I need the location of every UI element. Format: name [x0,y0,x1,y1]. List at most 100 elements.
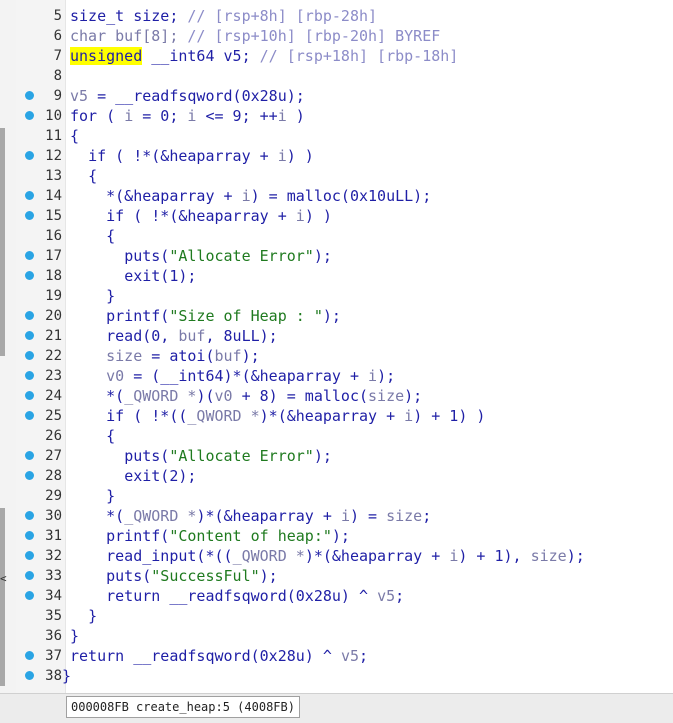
code-token[interactable]: for ( [70,107,124,125]
code-token[interactable]: // [rsp+18h] [rbp-18h] [260,47,459,65]
code-token[interactable]: puts( [124,447,169,465]
code-token[interactable]: // [rsp+8h] [rbp-28h] [187,7,377,25]
code-token[interactable]: size [531,547,567,565]
breakpoint-dot-icon[interactable] [25,111,34,120]
breakpoint-dot-icon[interactable] [25,271,34,280]
breakpoint-dot-icon[interactable] [25,451,34,460]
code-token[interactable]: i [278,107,287,125]
code-token[interactable]: ) ) [305,207,332,225]
code-token[interactable]: )*(&heaparray + [260,407,405,425]
code-token[interactable]: if ( !*(( [106,407,187,425]
code-token[interactable]: i [449,547,458,565]
breakpoint-dot-icon[interactable] [25,551,34,560]
code-line[interactable]: 9 v5 = __readfsqword(0x28u); [0,86,673,106]
code-token[interactable]: i [368,367,377,385]
code-token[interactable]: buf [215,347,242,365]
code-line[interactable]: 7 unsigned __int64 v5; // [rsp+18h] [rbp-… [0,46,673,66]
code-token[interactable]: printf( [106,307,169,325]
code-token[interactable]: buf [178,327,205,345]
breakpoint-dot-icon[interactable] [25,91,34,100]
code-token[interactable]: v5 [377,587,395,605]
code-line[interactable]: 14 *(&heaparray + i) = malloc(0x10uLL); [0,186,673,206]
code-line[interactable]: 34 return __readfsqword(0x28u) ^ v5; [0,586,673,606]
code-line[interactable]: 15 if ( !*(&heaparray + i) ) [0,206,673,226]
breakpoint-dot-icon[interactable] [25,511,34,520]
code-token[interactable]: } [62,667,71,685]
code-token[interactable]: i [404,407,413,425]
code-token[interactable]: i [341,507,350,525]
code-token[interactable]: i [278,147,287,165]
code-line[interactable]: 30 *(_QWORD *)*(&heaparray + i) = size; [0,506,673,526]
code-line[interactable]: 11 { [0,126,673,146]
code-token[interactable]: if ( !*(&heaparray + [106,207,296,225]
code-token[interactable]: read_input(*(( [106,547,232,565]
breakpoint-dot-icon[interactable] [25,351,34,360]
code-token[interactable]: printf( [106,527,169,545]
code-token[interactable]: ) = [350,507,386,525]
breakpoint-dot-icon[interactable] [25,591,34,600]
code-token[interactable]: ); [314,247,332,265]
code-token[interactable]: _QWORD * [124,507,196,525]
code-token[interactable]: size_t size; [70,7,187,25]
code-token[interactable]: exit(1); [124,267,196,285]
code-line[interactable]: 28 exit(2); [0,466,673,486]
code-line[interactable]: 21 read(0, buf, 8uLL); [0,326,673,346]
breakpoint-dot-icon[interactable] [25,391,34,400]
breakpoint-dot-icon[interactable] [25,371,34,380]
code-token[interactable]: return __readfsqword(0x28u) ^ [70,647,341,665]
code-token[interactable]: unsigned [70,47,143,65]
code-line[interactable]: 8 [0,66,673,86]
code-token[interactable]: } [106,287,115,305]
breakpoint-dot-icon[interactable] [25,211,34,220]
code-token[interactable]: ); [260,567,278,585]
code-line[interactable]: 31 printf("Content of heap:"); [0,526,673,546]
code-token[interactable]: // [rsp+10h] [rbp-20h] BYREF [187,27,440,45]
code-token[interactable]: } [88,607,97,625]
code-token[interactable]: i [242,187,251,205]
code-token[interactable]: v5 [341,647,359,665]
code-token[interactable]: ); [314,447,332,465]
breakpoint-dot-icon[interactable] [25,331,34,340]
code-line[interactable]: 5 size_t size; // [rsp+8h] [rbp-28h] [0,6,673,26]
code-line[interactable]: 33 puts("SuccessFul"); [0,566,673,586]
code-line[interactable]: 25 if ( !*((_QWORD *)*(&heaparray + i) +… [0,406,673,426]
code-token[interactable]: , 8uLL); [205,327,277,345]
code-token[interactable]: v0 [215,387,233,405]
code-line[interactable]: 29 } [0,486,673,506]
breakpoint-dot-icon[interactable] [25,651,34,660]
code-token[interactable]: = (__int64)*(&heaparray + [124,367,368,385]
code-token[interactable]: ) = malloc(0x10uLL); [251,187,432,205]
code-token[interactable]: "Allocate Error" [169,447,314,465]
code-token[interactable]: return __readfsqword(0x28u) ^ [106,587,377,605]
code-token[interactable]: ; [395,587,404,605]
code-line[interactable]: 23 v0 = (__int64)*(&heaparray + i); [0,366,673,386]
breakpoint-dot-icon[interactable] [25,571,34,580]
code-line[interactable]: 20 printf("Size of Heap : "); [0,306,673,326]
code-token[interactable]: ) + 1) ) [413,407,485,425]
code-token[interactable]: { [106,227,115,245]
breakpoint-dot-icon[interactable] [25,251,34,260]
breakpoint-dot-icon[interactable] [25,531,34,540]
code-token[interactable]: ); [404,387,422,405]
code-token[interactable]: ; [359,647,368,665]
code-line[interactable]: 12 if ( !*(&heaparray + i) ) [0,146,673,166]
code-line[interactable]: 17 puts("Allocate Error"); [0,246,673,266]
code-token[interactable]: size [368,387,404,405]
code-token[interactable]: char buf[8]; [70,27,187,45]
code-token[interactable]: i [296,207,305,225]
code-token[interactable]: __int64 v5; [142,47,259,65]
code-token[interactable]: )*(&heaparray + [305,547,450,565]
code-token[interactable]: v5 [70,87,88,105]
code-line[interactable]: 36} [0,626,673,646]
code-token[interactable]: i [124,107,133,125]
code-token[interactable]: size [106,347,142,365]
code-token[interactable]: ) ) [287,147,314,165]
code-token[interactable]: )*(&heaparray + [196,507,341,525]
code-line[interactable]: 10 for ( i = 0; i <= 9; ++i ) [0,106,673,126]
code-token[interactable]: "SuccessFul" [151,567,259,585]
code-token[interactable]: _QWORD * [187,407,259,425]
code-token[interactable]: _QWORD * [124,387,196,405]
breakpoint-dot-icon[interactable] [25,151,34,160]
code-token[interactable]: { [106,427,115,445]
code-line[interactable]: 32 read_input(*((_QWORD *)*(&heaparray +… [0,546,673,566]
